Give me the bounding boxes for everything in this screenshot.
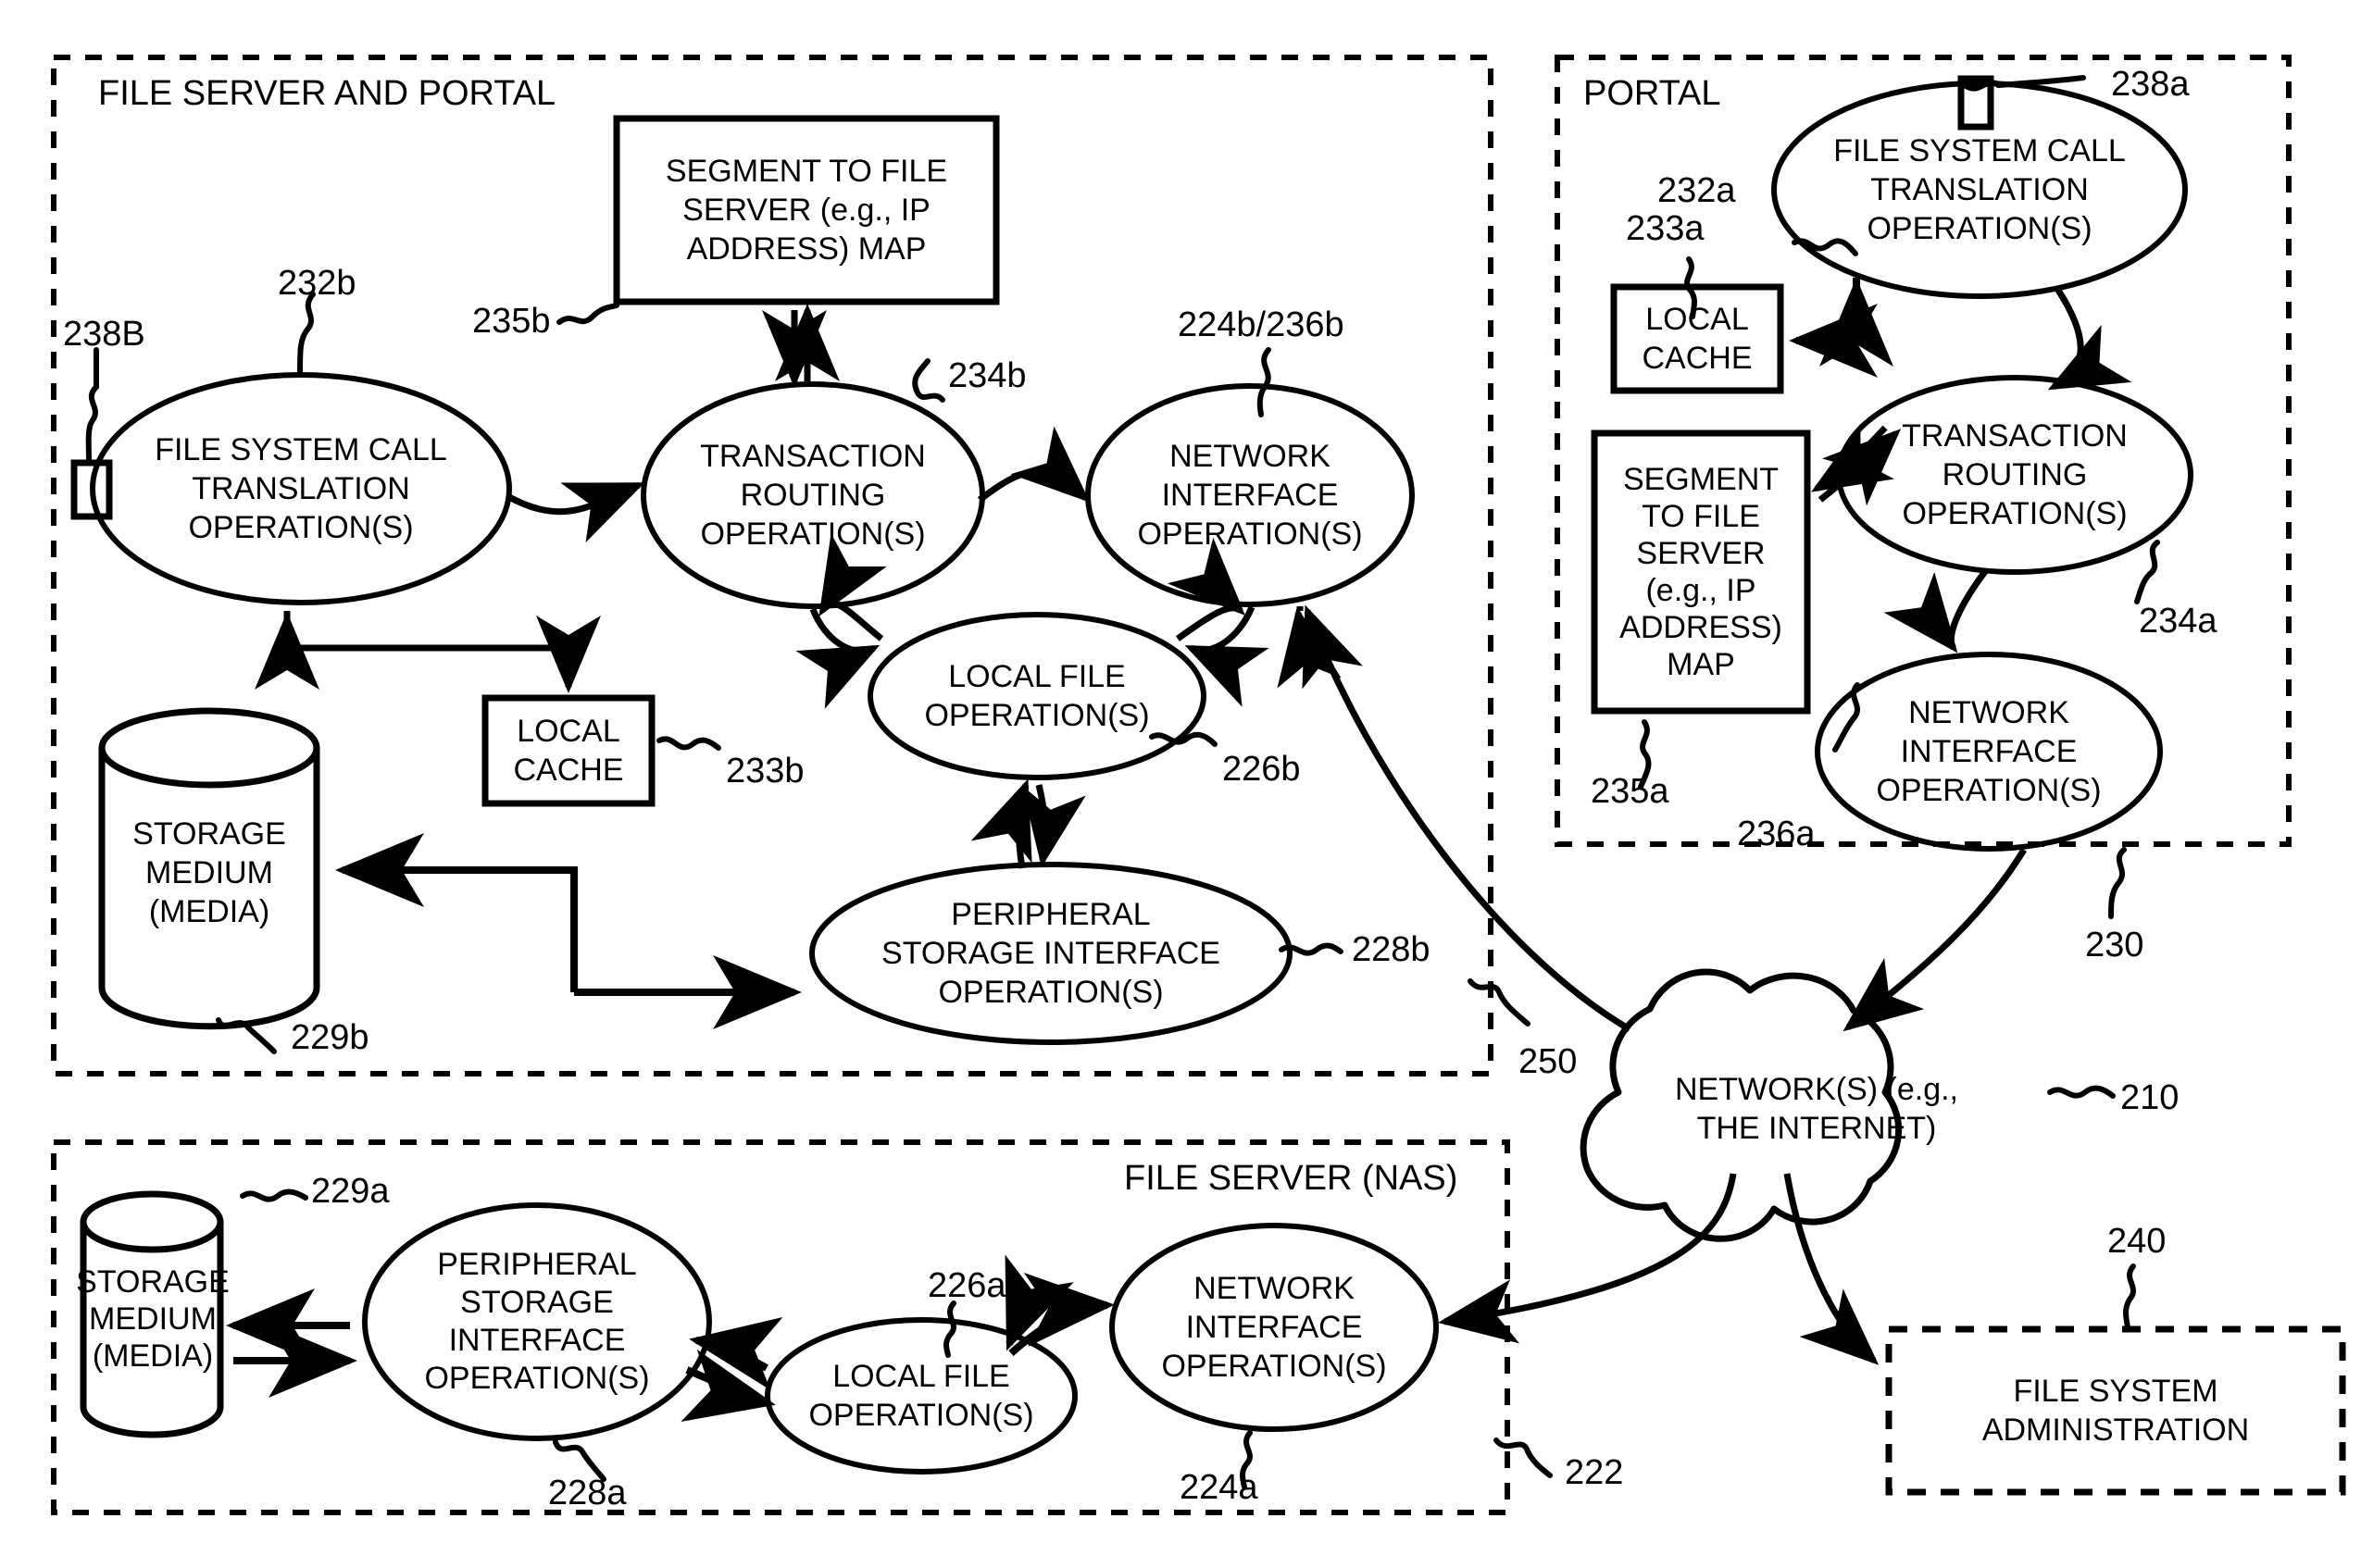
ref-228b: 228b [1352, 930, 1430, 969]
node-segmap-a [1591, 429, 1811, 715]
node-periph-b [809, 862, 1293, 1045]
ref-240: 240 [2107, 1222, 2167, 1261]
node-segmap-b [613, 115, 1000, 305]
ref-238a: 238a [2111, 65, 2190, 104]
node-storage-a [80, 1190, 224, 1438]
ref-224a: 224a [1180, 1468, 1258, 1507]
node-txrout-a [1836, 375, 2193, 575]
ref-233b: 233b [726, 752, 805, 790]
group-title-file-server-and-portal: FILE SERVER AND PORTAL [98, 74, 556, 113]
ref-238B: 238B [63, 315, 145, 354]
node-storage-b [98, 707, 320, 1030]
ref-226b: 226b [1222, 750, 1301, 789]
node-localfile-b [868, 612, 1206, 780]
node-cache-b [481, 694, 656, 807]
node-cache-a [1610, 283, 1784, 394]
node-periph-a [362, 1202, 712, 1441]
ref-210: 210 [2120, 1078, 2180, 1117]
node-fscall-b [90, 372, 512, 605]
node-fscall-a [1771, 81, 2188, 299]
node-txrout-b [641, 381, 985, 609]
ref-229b: 229b [291, 1018, 369, 1057]
patent-figure: FILE SERVER AND PORTAL PORTAL FILE SERVE… [0, 0, 2361, 1568]
leader-lines [85, 75, 2160, 1489]
ref-235b: 235b [472, 302, 551, 341]
ref-236a: 236a [1737, 815, 1816, 853]
ref-235a: 235a [1591, 772, 1669, 811]
ref-230: 230 [2085, 926, 2144, 964]
ref-234a: 234a [2139, 602, 2217, 641]
group-box-file-system-administration [1885, 1325, 2346, 1496]
node-netif-a [1815, 652, 2163, 852]
diagram-canvas [51, 55, 2346, 1515]
ref-226a: 226a [928, 1266, 1006, 1305]
node-netif-b [1085, 383, 1415, 607]
ref-232b: 232b [278, 264, 356, 303]
ref-233a: 233a [1626, 209, 1705, 248]
ref-250: 250 [1518, 1042, 1578, 1081]
ref-234b: 234b [948, 356, 1027, 395]
ref-228a: 228a [548, 1474, 627, 1512]
node-network-cloud [1580, 968, 1903, 1242]
ref-232a: 232a [1657, 171, 1736, 210]
ref-224b-236b: 224b/236b [1178, 305, 1344, 344]
ref-222: 222 [1565, 1453, 1624, 1492]
ref-229a: 229a [311, 1172, 390, 1211]
node-netif-nas [1109, 1223, 1439, 1432]
group-title-file-server-nas: FILE SERVER (NAS) [1124, 1159, 1458, 1198]
group-title-portal: PORTAL [1583, 74, 1721, 113]
